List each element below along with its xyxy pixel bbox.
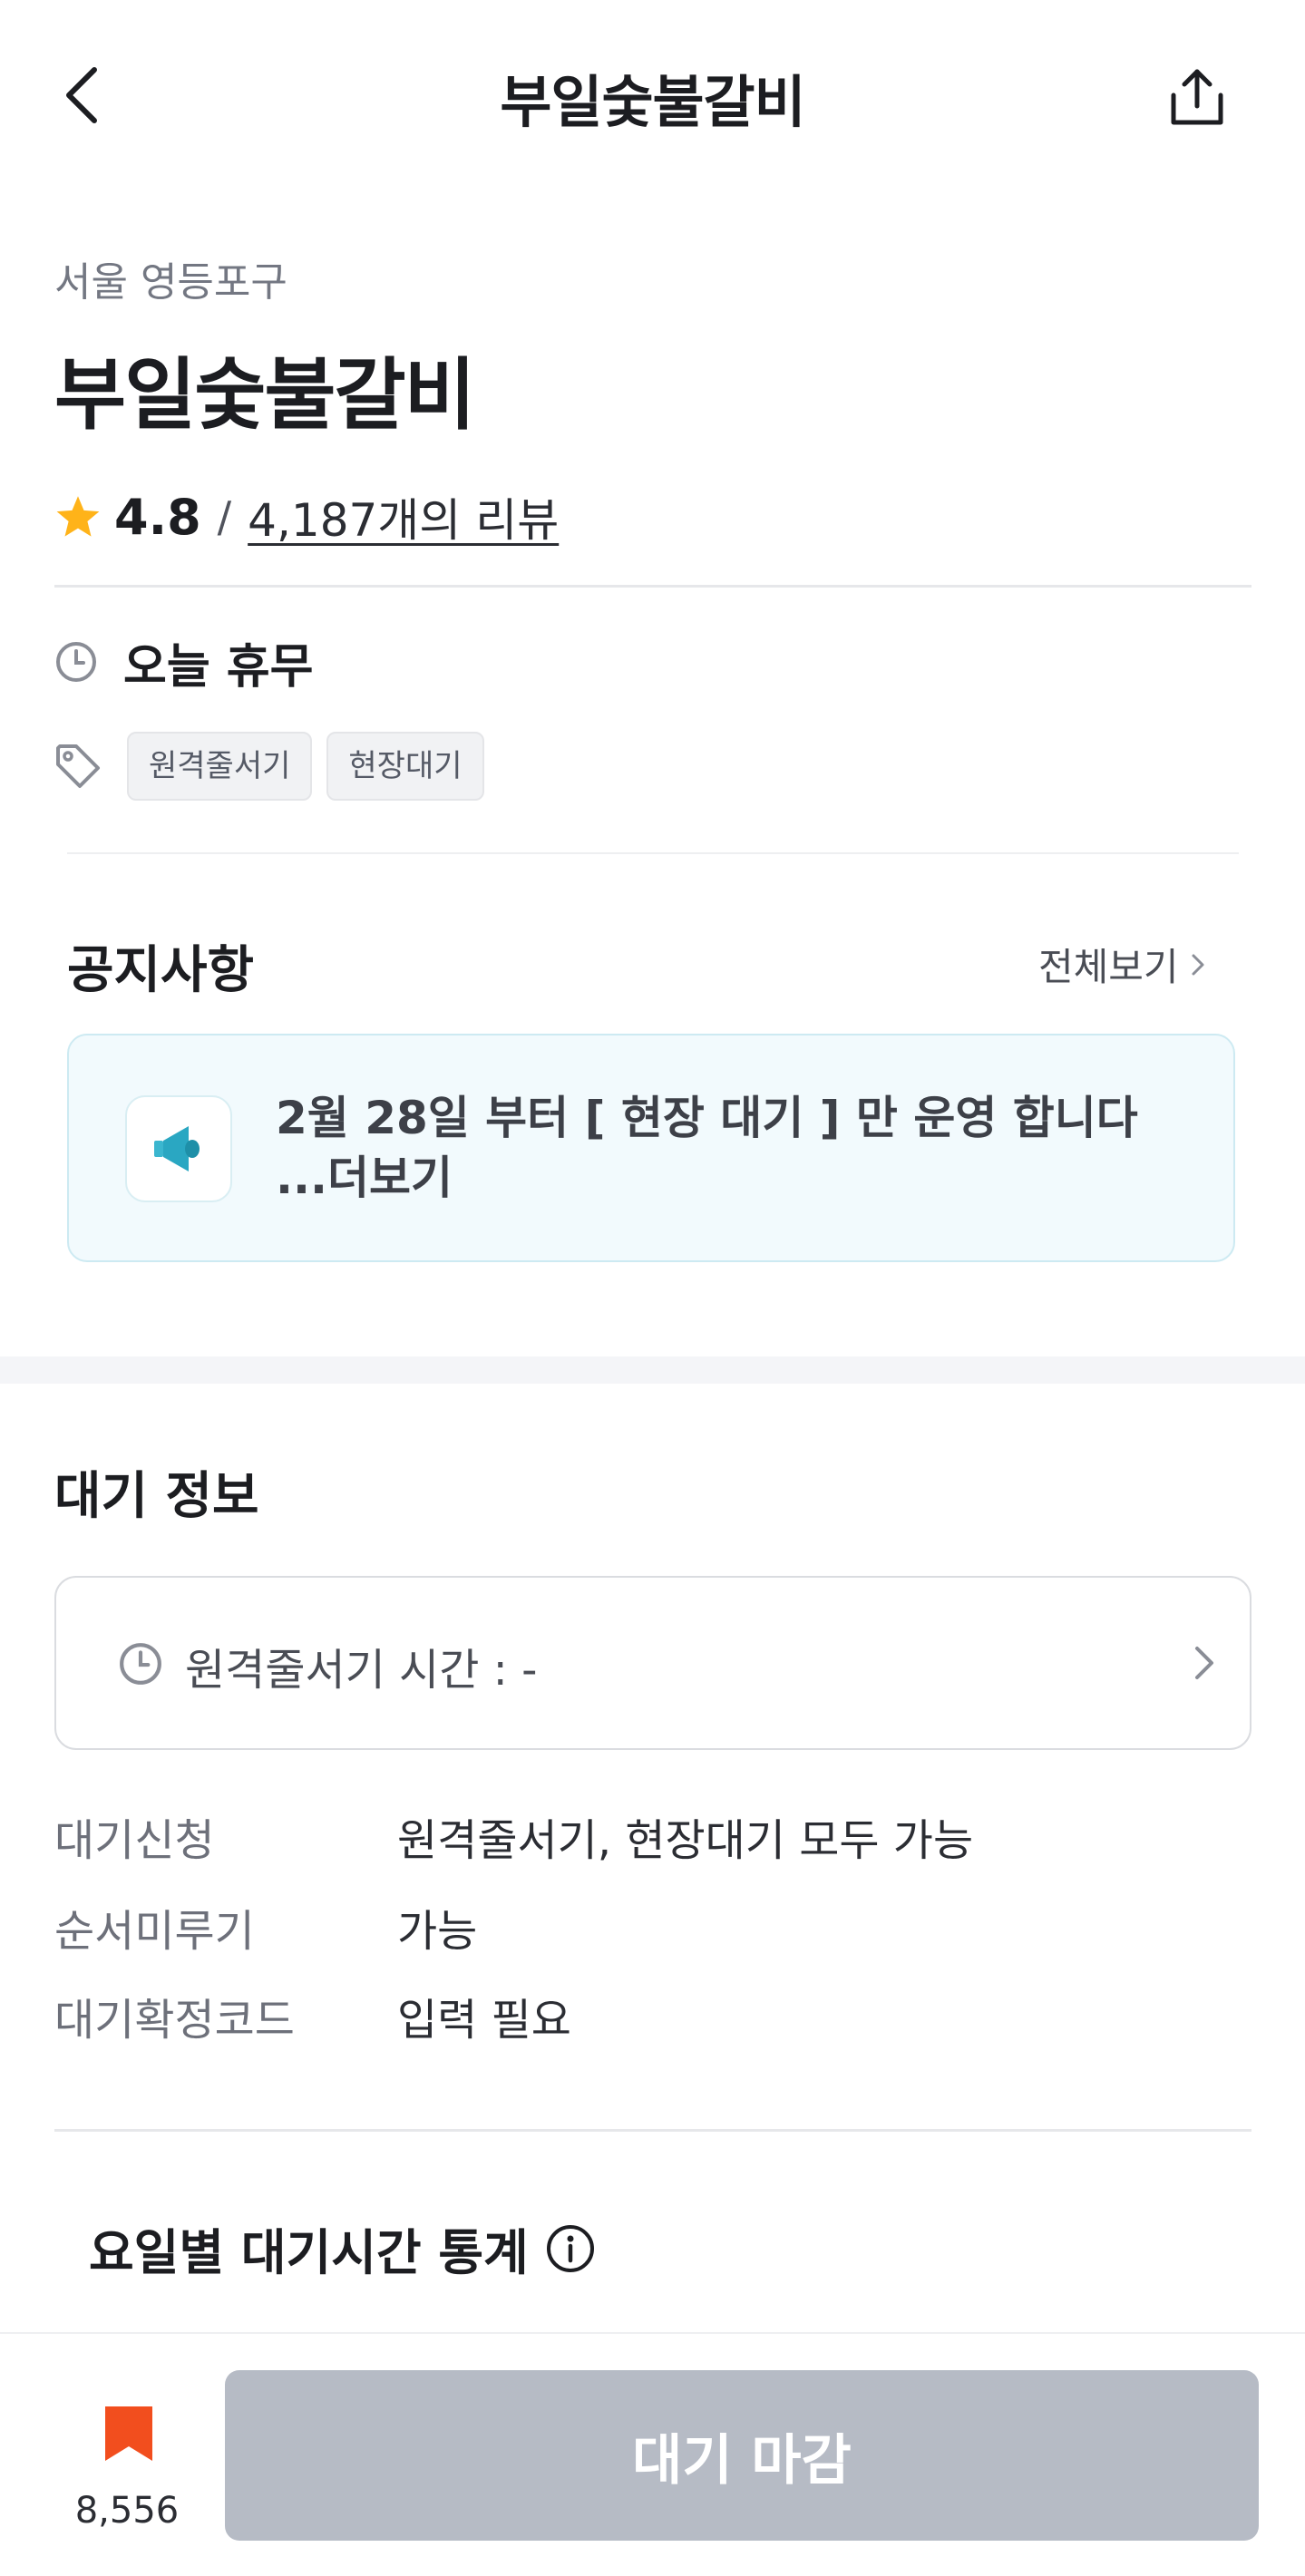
wait-info-title: 대기 정보: [54, 1467, 259, 1526]
notice-see-all-link[interactable]: 전체보기: [1038, 937, 1210, 992]
notice-section-title: 공지사항: [67, 941, 255, 1000]
confirm-code-label: 대기확정코드: [54, 1995, 295, 2046]
stats-title: 요일별 대기시간 통계: [89, 2224, 529, 2281]
notice-text: 2월 28일 부터 [ 현장 대기 ] 만 운영 합니다 ...더보기: [276, 1088, 1201, 1208]
divider: [54, 585, 1251, 588]
wait-request-label: 대기신청: [54, 1815, 215, 1866]
bottom-action-bar: 8,556 대기 마감: [0, 2332, 1305, 2576]
clock-icon: [56, 642, 96, 682]
rating-row: 4.8 / 4,187개의 리뷰: [54, 481, 559, 553]
notice-message: 2월 28일 부터 [ 현장 대기 ] 만 운영 합니다: [276, 1092, 1138, 1144]
star-icon: [56, 496, 100, 537]
wait-closed-button[interactable]: 대기 마감: [225, 2370, 1259, 2541]
postpone-label: 순서미루기: [54, 1906, 255, 1957]
chevron-right-icon: [1195, 1647, 1213, 1679]
rating-value: 4.8: [114, 488, 201, 546]
header-title: 부일숯불갈비: [500, 69, 805, 135]
tags-row: 원격줄서기 현장대기: [54, 730, 484, 802]
review-count-link[interactable]: 4,187개의 리뷰: [248, 484, 559, 549]
stats-title-row: 요일별 대기시간 통계: [89, 2212, 596, 2284]
store-location: 서울 영등포구: [54, 259, 287, 306]
remote-queue-time-card[interactable]: 원격줄서기 시간 : -: [54, 1576, 1251, 1750]
bookmark-button[interactable]: 8,556: [54, 2388, 200, 2533]
notice-more-link[interactable]: ...더보기: [276, 1148, 1201, 1208]
divider: [67, 852, 1239, 854]
postpone-value: 가능: [397, 1906, 478, 1957]
hours-status: 오늘 휴무: [123, 639, 314, 695]
notice-card[interactable]: 2월 28일 부터 [ 현장 대기 ] 만 운영 합니다 ...더보기: [67, 1034, 1235, 1262]
chevron-right-icon: [1192, 954, 1204, 975]
store-name: 부일숯불갈비: [54, 350, 476, 441]
bookmark-count: 8,556: [74, 2490, 180, 2532]
clock-icon: [120, 1643, 161, 1685]
notice-icon-box: [125, 1095, 232, 1202]
megaphone-icon: [154, 1126, 200, 1171]
share-icon: [1171, 69, 1223, 125]
section-separator: [0, 1356, 1305, 1384]
confirm-code-value: 입력 필요: [397, 1995, 571, 2046]
share-button[interactable]: [1161, 62, 1233, 134]
rating-separator: /: [217, 492, 232, 541]
divider: [54, 2129, 1251, 2132]
wait-request-value: 원격줄서기, 현장대기 모두 가능: [397, 1815, 974, 1866]
tag-remote-queue: 원격줄서기: [127, 732, 313, 801]
see-all-label: 전체보기: [1038, 945, 1179, 989]
remote-queue-time-label: 원격줄서기 시간 : -: [185, 1645, 538, 1696]
tag-icon: [56, 744, 100, 788]
info-icon[interactable]: [545, 2223, 596, 2274]
hours-row: 오늘 휴무: [54, 630, 314, 695]
tag-onsite-wait: 현장대기: [326, 732, 484, 801]
bookmark-icon: [105, 2406, 152, 2461]
